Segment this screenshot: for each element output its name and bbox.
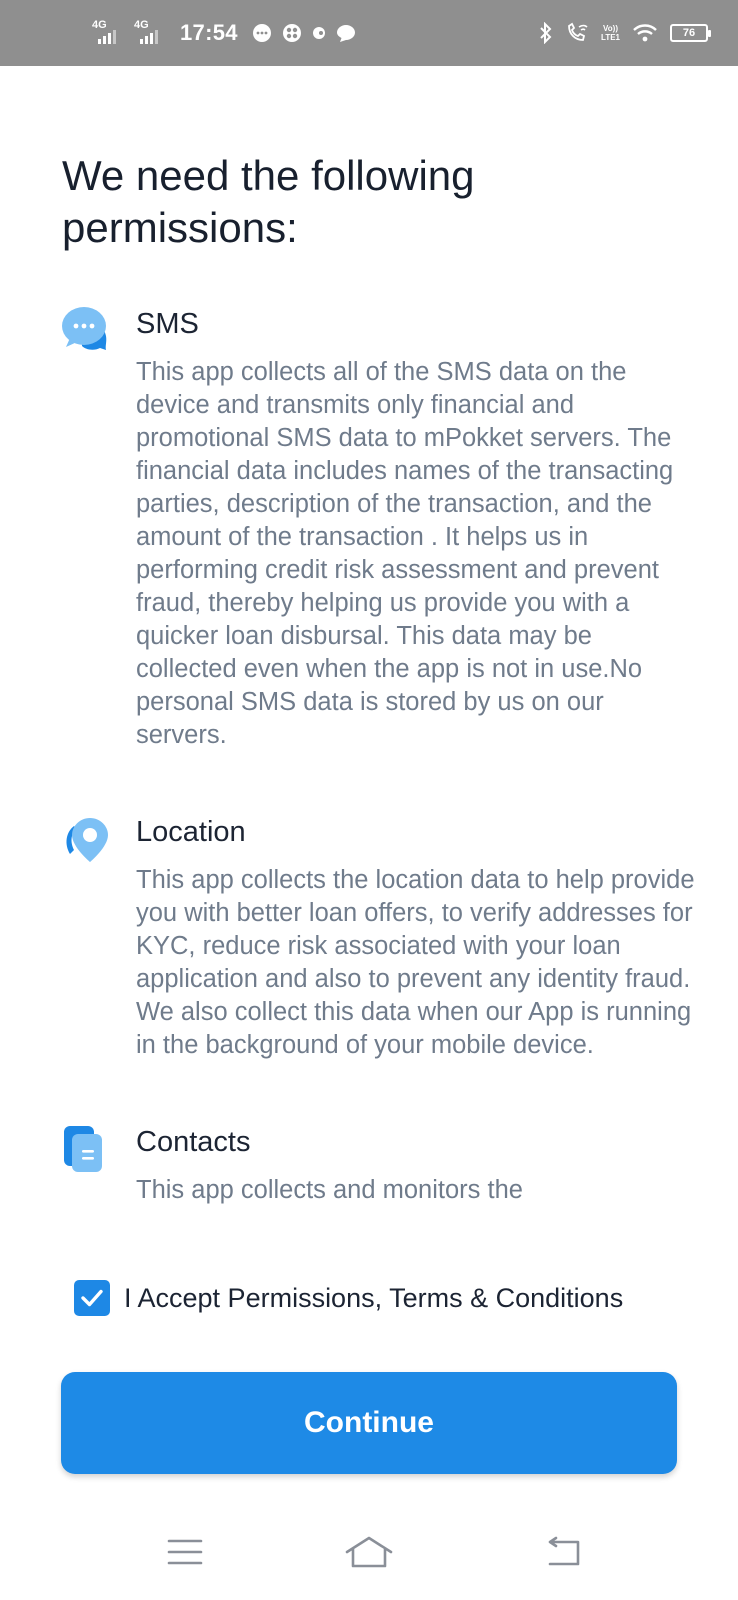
page-title: We need the following permissions:	[62, 152, 475, 251]
continue-button[interactable]: Continue	[61, 1372, 677, 1474]
home-button[interactable]	[339, 1528, 399, 1576]
accept-checkbox[interactable]	[74, 1280, 110, 1316]
chat-notification-icon	[252, 24, 271, 42]
message-notification-icon	[336, 25, 355, 42]
permission-description: This app collects all of the SMS data on…	[136, 358, 674, 749]
wifi-icon	[633, 24, 657, 42]
accept-terms-row[interactable]: I Accept Permissions, Terms & Conditions	[74, 1280, 623, 1316]
checkmark-icon	[81, 1289, 103, 1307]
contacts-document-icon	[64, 1126, 102, 1172]
menu-icon	[167, 1539, 203, 1565]
permission-item-contacts: Contacts This app collects and monitors …	[0, 1120, 738, 1230]
status-bar-left: 4G 4G 17:54	[92, 0, 356, 66]
permission-title: SMS	[136, 308, 199, 340]
location-pin-icon	[66, 818, 108, 862]
wifi-calling-icon	[568, 22, 588, 41]
recent-apps-button[interactable]	[155, 1528, 215, 1576]
accept-label: I Accept Permissions, Terms & Conditions	[124, 1282, 624, 1313]
permission-description: This app collects the location data to h…	[136, 866, 695, 1059]
signal-icon-sim2: 4G	[134, 20, 166, 46]
battery-level: 76	[682, 27, 696, 39]
status-bar-right: Vo)) LTE1 76	[539, 0, 711, 66]
home-icon	[345, 1536, 393, 1568]
permission-title: Contacts	[136, 1126, 251, 1158]
lte-label: LTE1	[601, 33, 620, 42]
back-button[interactable]	[534, 1528, 594, 1576]
battery-icon: 76	[670, 24, 711, 42]
bluetooth-icon	[540, 22, 552, 44]
circle-notification-icon	[312, 27, 325, 39]
volte-indicator: Vo)) LTE1	[601, 24, 620, 42]
app-notification-icon	[282, 24, 301, 42]
permission-title: Location	[136, 816, 246, 848]
navigation-bar	[0, 1510, 738, 1600]
back-icon	[548, 1536, 580, 1566]
signal-icon-sim1: 4G	[92, 20, 124, 46]
status-time: 17:54	[180, 20, 238, 45]
status-bar: 4G 4G 17:54 Vo)) LTE1 76	[0, 0, 738, 66]
chat-bubbles-icon	[62, 307, 107, 350]
permission-description: This app collects and monitors the	[136, 1176, 523, 1204]
volte-label: Vo))	[603, 24, 618, 33]
